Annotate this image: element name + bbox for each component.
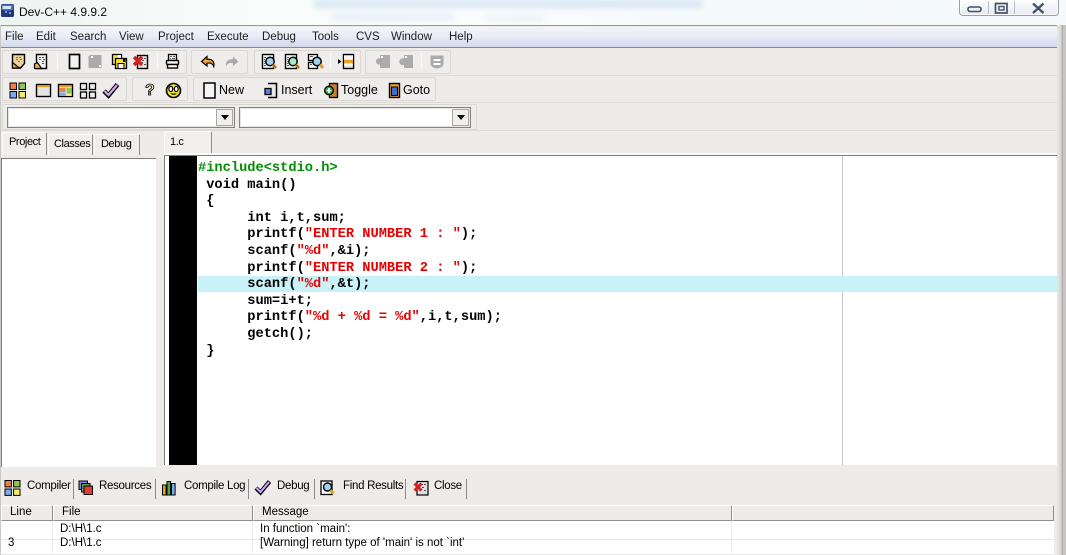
svg-text:?: ? (145, 82, 155, 99)
